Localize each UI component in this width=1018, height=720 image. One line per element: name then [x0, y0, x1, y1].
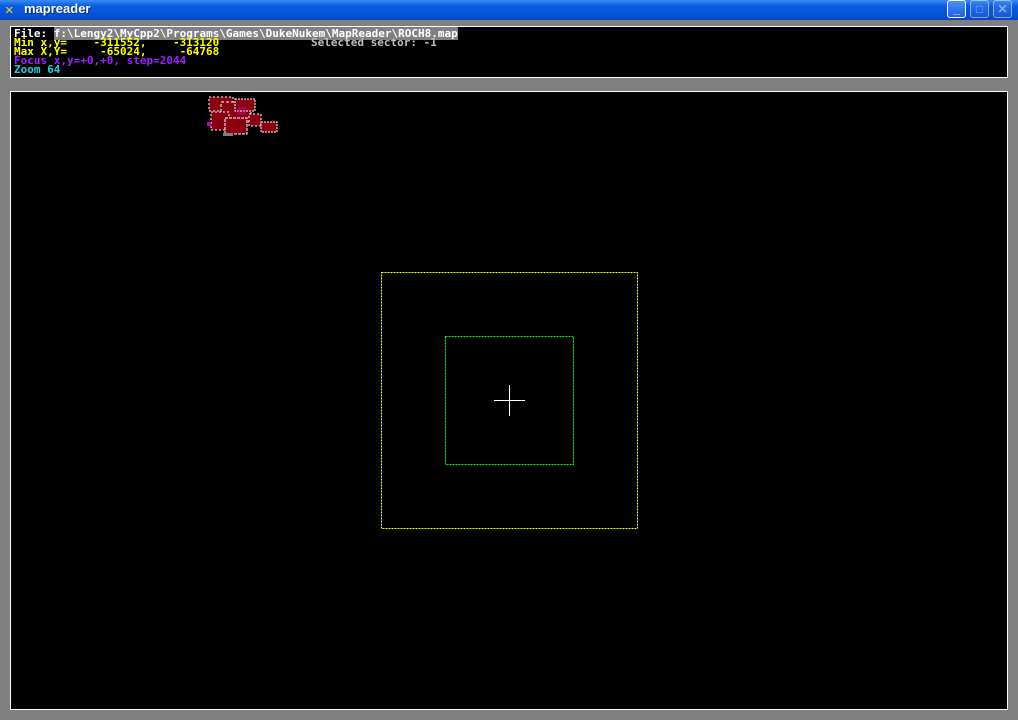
window-title: mapreader [24, 1, 91, 16]
info-panel: File: f:\Lengy2\MyCpp2\Programs\Games\Du… [10, 26, 1008, 78]
close-button[interactable]: ✕ [993, 0, 1012, 18]
minimize-button[interactable]: _ [947, 0, 966, 18]
zoom-level: Zoom 64 [14, 63, 61, 76]
map-drawing[interactable] [11, 92, 1007, 709]
tools-icon: ✕ [5, 2, 14, 18]
level-map [207, 96, 278, 136]
crosshair-icon [494, 385, 525, 416]
maximize-button[interactable]: □ [970, 0, 989, 18]
title-bar[interactable]: ✕ mapreader _ □ ✕ [0, 0, 1018, 20]
selected-sector: Selected sector: -1 [311, 36, 437, 49]
map-canvas[interactable] [10, 91, 1008, 710]
